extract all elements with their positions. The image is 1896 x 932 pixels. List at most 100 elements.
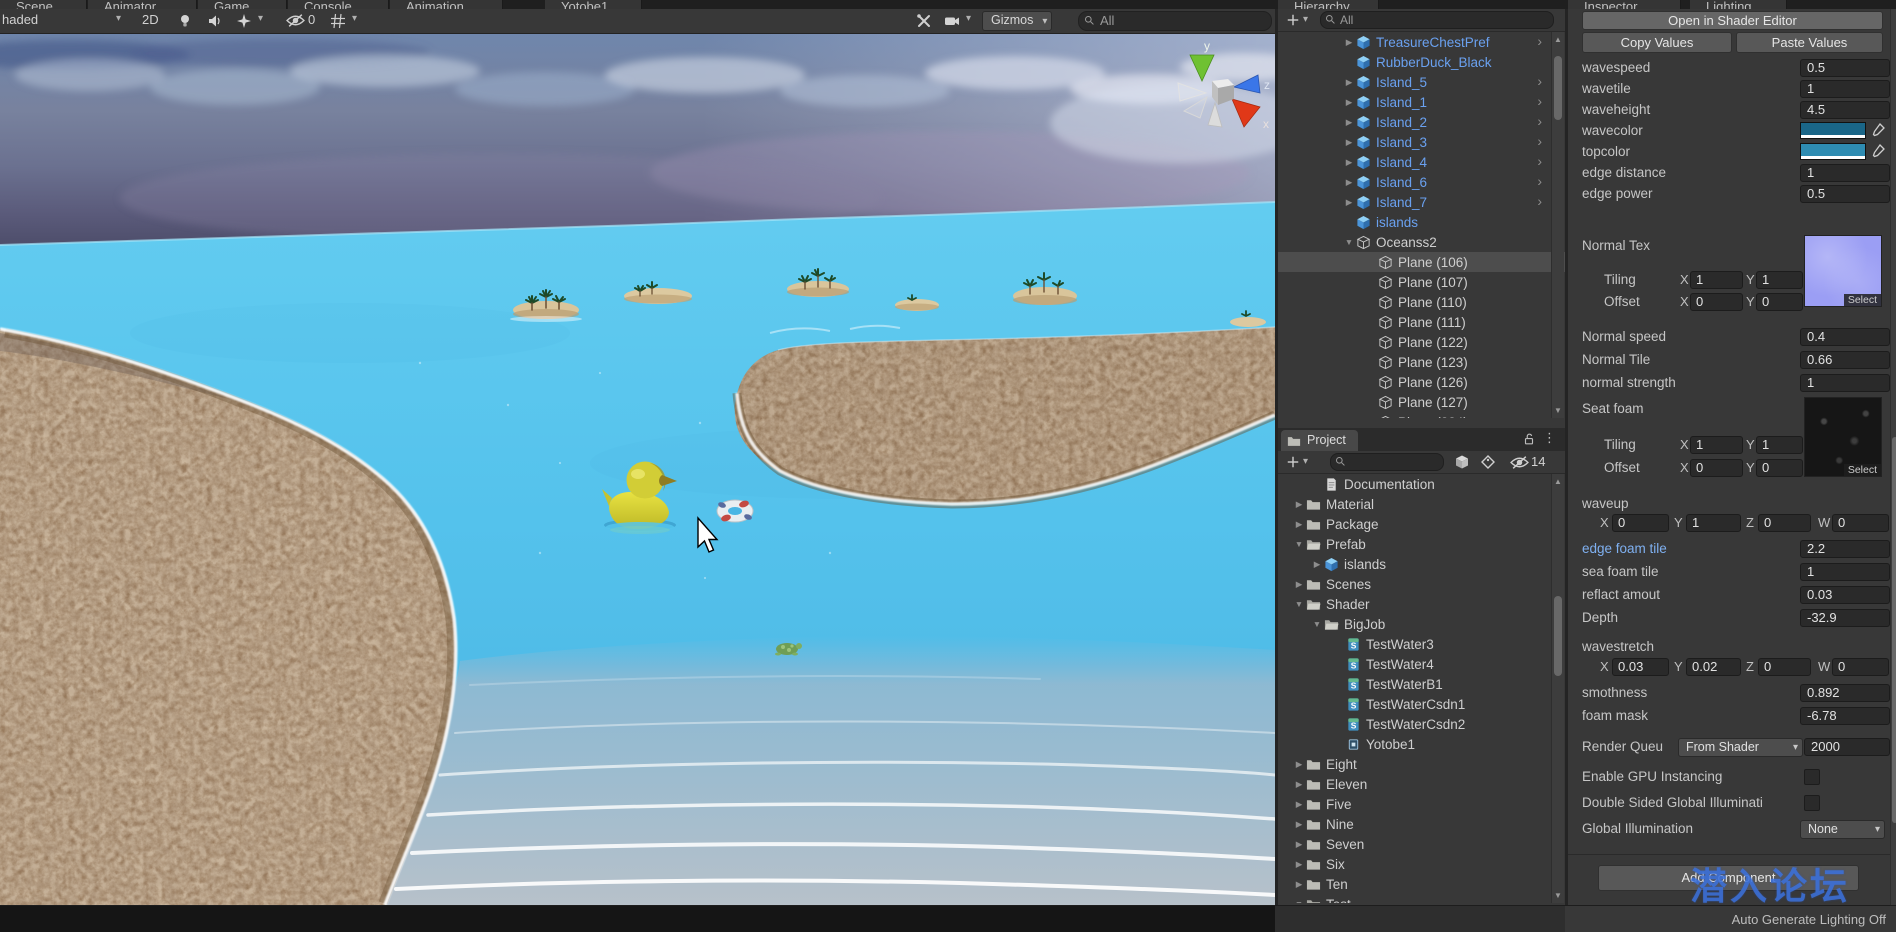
project-search-input[interactable] bbox=[1330, 453, 1444, 471]
expand-arrow-icon[interactable]: ▼ bbox=[1292, 539, 1306, 549]
expand-arrow-icon[interactable]: ▶ bbox=[1292, 519, 1306, 530]
vector-y-field[interactable]: 0.02 bbox=[1686, 658, 1741, 676]
offset-y-field[interactable]: 0 bbox=[1756, 459, 1803, 477]
shading-mode-dropdown[interactable]: haded bbox=[2, 12, 38, 27]
2d-toggle-button[interactable]: 2D bbox=[142, 12, 159, 27]
scroll-up-icon[interactable]: ▲ bbox=[1554, 35, 1562, 44]
plus-icon[interactable] bbox=[1286, 455, 1300, 469]
project-row[interactable]: TestWaterCsdn2 bbox=[1278, 714, 1568, 734]
chevron-right-icon[interactable]: › bbox=[1537, 173, 1542, 189]
project-row[interactable]: ▶ Six bbox=[1278, 854, 1568, 874]
inspector-scrollbar[interactable] bbox=[1890, 9, 1896, 905]
scene-search-input[interactable]: All bbox=[1078, 11, 1272, 31]
project-row[interactable]: ▼ Test bbox=[1278, 894, 1568, 903]
global-illumination-dropdown[interactable]: None bbox=[1800, 820, 1885, 839]
tiling-y-field[interactable]: 1 bbox=[1756, 271, 1803, 289]
value-field[interactable]: 1 bbox=[1800, 374, 1890, 392]
expand-arrow-icon[interactable]: ▶ bbox=[1342, 97, 1356, 108]
tag-icon[interactable] bbox=[1480, 454, 1496, 470]
hierarchy-row[interactable]: ▶ TreasureChestPref › bbox=[1278, 32, 1568, 52]
project-row[interactable]: ▶ Ten bbox=[1278, 874, 1568, 894]
project-row[interactable]: ▼ BigJob bbox=[1278, 614, 1568, 634]
effects-toggle-icon[interactable] bbox=[236, 13, 252, 29]
value-field[interactable]: 0.03 bbox=[1800, 586, 1890, 604]
chevron-down-icon[interactable]: ▾ bbox=[116, 13, 121, 24]
chevron-right-icon[interactable]: › bbox=[1537, 73, 1542, 89]
tiling-x-field[interactable]: 1 bbox=[1690, 436, 1743, 454]
open-in-shader-editor-button[interactable]: Open in Shader Editor bbox=[1582, 11, 1883, 30]
project-row[interactable]: ▶ Five bbox=[1278, 794, 1568, 814]
chevron-right-icon[interactable]: › bbox=[1537, 153, 1542, 169]
expand-arrow-icon[interactable]: ▼ bbox=[1310, 619, 1324, 629]
expand-arrow-icon[interactable]: ▼ bbox=[1342, 237, 1356, 247]
kebab-menu-icon[interactable]: ⋮ bbox=[1543, 430, 1556, 446]
expand-arrow-icon[interactable]: ▶ bbox=[1342, 157, 1356, 168]
scrollbar-thumb[interactable] bbox=[1892, 437, 1896, 823]
eyedropper-icon[interactable] bbox=[1870, 122, 1886, 138]
project-row[interactable]: TestWaterB1 bbox=[1278, 674, 1568, 694]
hierarchy-row[interactable]: Plane (107) bbox=[1278, 272, 1568, 292]
project-row[interactable]: ▶ Eleven bbox=[1278, 774, 1568, 794]
project-row[interactable]: ▶ Material bbox=[1278, 494, 1568, 514]
scene-view[interactable]: y z x bbox=[0, 33, 1275, 905]
tab-game[interactable]: Game bbox=[198, 0, 287, 9]
grid-toggle-icon[interactable] bbox=[330, 13, 346, 29]
double-sided-gi-checkbox[interactable] bbox=[1804, 795, 1820, 811]
expand-arrow-icon[interactable]: ▼ bbox=[1292, 899, 1306, 903]
offset-x-field[interactable]: 0 bbox=[1690, 459, 1743, 477]
project-scrollbar[interactable]: ▲ ▼ bbox=[1551, 474, 1564, 903]
offset-y-field[interactable]: 0 bbox=[1756, 293, 1803, 311]
expand-arrow-icon[interactable]: ▶ bbox=[1292, 859, 1306, 870]
camera-settings-icon[interactable] bbox=[944, 13, 960, 29]
auto-generate-lighting-status[interactable]: Auto Generate Lighting Off bbox=[1732, 912, 1886, 927]
tab-animation[interactable]: Animation bbox=[390, 0, 503, 9]
expand-arrow-icon[interactable]: ▶ bbox=[1342, 197, 1356, 208]
hierarchy-row[interactable]: Plane (126) bbox=[1278, 372, 1568, 392]
tab-lighting[interactable]: Lighting bbox=[1690, 0, 1787, 9]
package-icon[interactable] bbox=[1454, 454, 1470, 470]
scroll-down-icon[interactable]: ▼ bbox=[1554, 406, 1562, 415]
offset-x-field[interactable]: 0 bbox=[1690, 293, 1743, 311]
project-row[interactable]: TestWater4 bbox=[1278, 654, 1568, 674]
value-field[interactable]: 0.5 bbox=[1800, 185, 1890, 203]
project-row[interactable]: Yotobe1 bbox=[1278, 734, 1568, 754]
project-row[interactable]: ▶ Scenes bbox=[1278, 574, 1568, 594]
value-field[interactable]: 0.4 bbox=[1800, 328, 1890, 346]
chevron-right-icon[interactable]: › bbox=[1537, 113, 1542, 129]
chevron-right-icon[interactable]: › bbox=[1537, 133, 1542, 149]
vector-x-field[interactable]: 0 bbox=[1612, 514, 1669, 532]
value-field[interactable]: 2.2 bbox=[1800, 540, 1890, 558]
value-field[interactable]: 0.66 bbox=[1800, 351, 1890, 369]
project-row[interactable]: ▶ islands bbox=[1278, 554, 1568, 574]
value-field[interactable]: -6.78 bbox=[1800, 707, 1890, 725]
value-field[interactable]: 1 bbox=[1800, 80, 1890, 98]
render-queue-dropdown[interactable]: From Shader bbox=[1678, 738, 1803, 757]
tiling-y-field[interactable]: 1 bbox=[1756, 436, 1803, 454]
value-field[interactable]: 1 bbox=[1800, 563, 1890, 581]
hierarchy-scrollbar[interactable]: ▲ ▼ bbox=[1551, 32, 1564, 418]
scroll-down-icon[interactable]: ▼ bbox=[1554, 891, 1562, 900]
hidden-objects-icon[interactable] bbox=[286, 13, 305, 29]
scrollbar-thumb[interactable] bbox=[1554, 596, 1562, 676]
expand-arrow-icon[interactable]: ▶ bbox=[1342, 37, 1356, 48]
chevron-right-icon[interactable]: › bbox=[1537, 33, 1542, 49]
chevron-down-icon[interactable]: ▾ bbox=[966, 13, 971, 24]
vector-z-field[interactable]: 0 bbox=[1758, 514, 1811, 532]
hierarchy-row[interactable]: islands bbox=[1278, 212, 1568, 232]
hierarchy-row[interactable]: ▼ Oceanss2 bbox=[1278, 232, 1568, 252]
project-row[interactable]: TestWaterCsdn1 bbox=[1278, 694, 1568, 714]
value-field[interactable]: 0.5 bbox=[1800, 59, 1890, 77]
hierarchy-row[interactable]: Plane (122) bbox=[1278, 332, 1568, 352]
hierarchy-row[interactable]: RubberDuck_Black bbox=[1278, 52, 1568, 72]
project-row[interactable]: ▼ Prefab bbox=[1278, 534, 1568, 554]
vector-x-field[interactable]: 0.03 bbox=[1612, 658, 1669, 676]
hierarchy-row[interactable]: Plane (106) bbox=[1278, 252, 1568, 272]
vector-z-field[interactable]: 0 bbox=[1758, 658, 1811, 676]
tools-icon[interactable] bbox=[916, 13, 932, 29]
audio-toggle-icon[interactable] bbox=[207, 13, 223, 29]
gpu-instancing-checkbox[interactable] bbox=[1804, 769, 1820, 785]
project-row[interactable]: TestWater3 bbox=[1278, 634, 1568, 654]
color-swatch[interactable] bbox=[1800, 122, 1866, 139]
value-field[interactable]: 1 bbox=[1800, 164, 1890, 182]
color-swatch[interactable] bbox=[1800, 143, 1866, 160]
